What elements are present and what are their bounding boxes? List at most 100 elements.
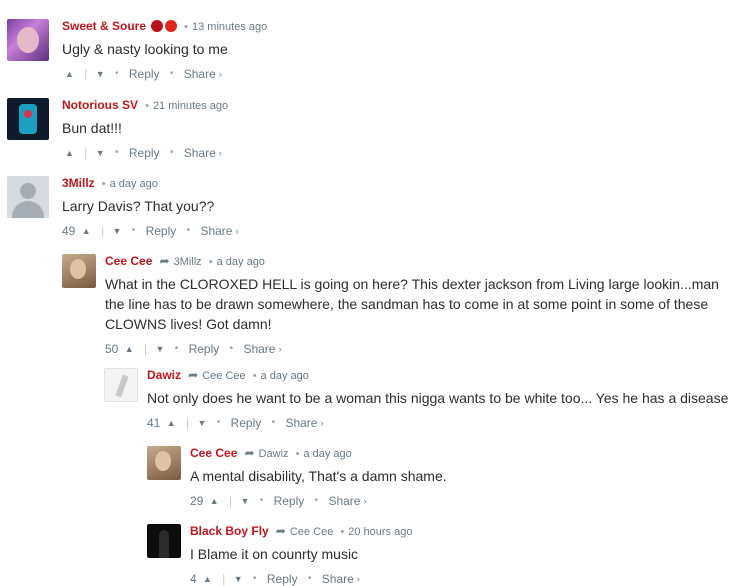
downvote-icon[interactable]: ▼ (96, 67, 105, 81)
reply-link[interactable]: Reply (274, 494, 305, 508)
chevron-right-icon: › (235, 225, 239, 236)
chevron-right-icon: › (356, 573, 360, 584)
share-link[interactable]: Share (243, 342, 275, 356)
comment-timestamp[interactable]: 13 minutes ago (192, 21, 267, 33)
share-link[interactable]: Share (285, 416, 317, 430)
avatar[interactable] (104, 368, 138, 402)
bullet: • (253, 572, 257, 584)
comment-author[interactable]: Dawiz (147, 368, 181, 382)
avatar[interactable] (7, 19, 49, 61)
comment-author[interactable]: Cee Cee (190, 446, 237, 460)
share-link[interactable]: Share (184, 146, 216, 160)
divider: | (222, 571, 226, 586)
avatar[interactable] (147, 524, 181, 558)
bullet: • (307, 572, 312, 584)
bullet: • (259, 494, 264, 506)
vote-count: 41 (147, 415, 161, 430)
chevron-right-icon: › (218, 147, 222, 158)
comment-author[interactable]: 3Millz (62, 176, 95, 190)
avatar[interactable] (7, 98, 49, 140)
downvote-icon[interactable]: ▼ (240, 494, 249, 508)
avatar[interactable] (62, 254, 96, 288)
share-link[interactable]: Share (322, 572, 354, 586)
upvote-icon[interactable]: ▲ (167, 416, 176, 430)
reply-link[interactable]: Reply (129, 146, 160, 160)
chevron-right-icon: › (278, 343, 282, 354)
downvote-icon[interactable]: ▼ (234, 572, 243, 586)
reply-arrow-icon: ➦ (275, 524, 286, 538)
divider: | (100, 223, 105, 238)
comment-timestamp[interactable]: 20 hours ago (348, 526, 412, 538)
share-link[interactable]: Share (200, 224, 232, 238)
divider: | (143, 341, 148, 356)
bullet: • (145, 100, 149, 112)
reply-link[interactable]: Reply (129, 67, 160, 81)
reply-link[interactable]: Reply (231, 416, 262, 430)
vote-count: 49 (62, 223, 76, 238)
bullet: • (115, 146, 119, 158)
bullet: • (229, 342, 234, 354)
comment-timestamp[interactable]: 21 minutes ago (153, 100, 228, 112)
share-link[interactable]: Share (328, 494, 360, 508)
comment-author[interactable]: Black Boy Fly (190, 524, 269, 538)
bullet: • (131, 224, 136, 236)
vote-count: 29 (190, 493, 204, 508)
comment-text: I Blame it on counrty music (190, 546, 359, 562)
upvote-icon[interactable]: ▲ (203, 572, 212, 586)
reply-to-author[interactable]: Cee Cee (202, 370, 245, 382)
bullet: • (115, 67, 119, 79)
upvote-icon[interactable]: ▲ (65, 146, 74, 160)
downvote-icon[interactable]: ▼ (96, 146, 105, 160)
reply-link[interactable]: Reply (189, 342, 220, 356)
reply-to-author[interactable]: Dawiz (259, 448, 289, 460)
lips-emoji-icon (151, 20, 164, 32)
divider: | (84, 145, 88, 160)
divider: | (228, 493, 233, 508)
reply-arrow-icon: ➦ (159, 254, 170, 268)
comment-text: A mental disability, That's a damn shame… (190, 468, 447, 484)
bullet: • (174, 342, 179, 354)
comment-timestamp[interactable]: a day ago (303, 448, 351, 460)
chevron-right-icon: › (320, 417, 324, 428)
bullet: • (295, 448, 300, 460)
comment-timestamp[interactable]: a day ago (261, 370, 309, 382)
vote-count: 4 (190, 571, 197, 586)
comment-text: Bun dat!!! (62, 120, 122, 136)
comment-author[interactable]: Sweet & Soure (62, 19, 146, 33)
downvote-icon[interactable]: ▼ (112, 224, 121, 238)
chevron-right-icon: › (218, 68, 222, 79)
bullet: • (340, 526, 345, 538)
reply-link[interactable]: Reply (146, 224, 177, 238)
reply-to-author[interactable]: 3Millz (174, 256, 202, 268)
upvote-icon[interactable]: ▲ (82, 224, 91, 238)
bullet: • (169, 67, 174, 79)
bullet: • (208, 256, 213, 268)
share-link[interactable]: Share (184, 67, 216, 81)
reply-to-author[interactable]: Cee Cee (290, 526, 333, 538)
comment-author[interactable]: Notorious SV (62, 98, 138, 112)
upvote-icon[interactable]: ▲ (125, 342, 134, 356)
bullet: • (184, 21, 189, 33)
downvote-icon[interactable]: ▼ (197, 416, 206, 430)
comment-text: Ugly & nasty looking to me (62, 41, 228, 57)
comment-author[interactable]: Cee Cee (105, 254, 152, 268)
upvote-icon[interactable]: ▲ (65, 67, 74, 81)
downvote-icon[interactable]: ▼ (155, 342, 164, 356)
comment-timestamp[interactable]: a day ago (217, 256, 265, 268)
avatar[interactable] (7, 176, 49, 218)
comment-text: What in the CLOROXED HELL is going on he… (105, 276, 719, 332)
reply-arrow-icon: ➦ (244, 446, 255, 460)
chevron-right-icon: › (363, 495, 367, 506)
divider: | (84, 66, 88, 81)
comment-timestamp[interactable]: a day ago (110, 178, 158, 190)
reply-link[interactable]: Reply (267, 572, 298, 586)
avatar[interactable] (147, 446, 181, 480)
bullet: • (216, 416, 221, 428)
bullet: • (169, 146, 174, 158)
bullet: • (252, 370, 257, 382)
reply-arrow-icon: ➦ (188, 368, 199, 382)
bullet: • (186, 224, 191, 236)
bullet: • (101, 178, 106, 190)
divider: | (185, 415, 190, 430)
upvote-icon[interactable]: ▲ (210, 494, 219, 508)
